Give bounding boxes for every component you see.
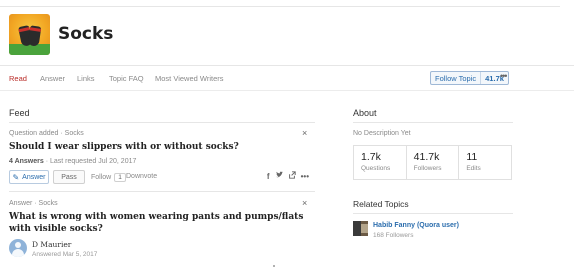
- follow-question-button[interactable]: Follow 1: [91, 170, 126, 184]
- pass-button-label: Pass: [61, 173, 77, 181]
- feed-divider: [9, 122, 315, 123]
- pencil-icon: ✎: [12, 172, 20, 182]
- stat-number: 41.7k: [413, 151, 440, 163]
- stat-number: 11: [466, 151, 478, 163]
- related-divider: [353, 213, 513, 214]
- question-stats: 4 Answers · Last requested Jul 20, 2017: [9, 158, 136, 165]
- card-divider: [9, 191, 315, 192]
- follow-topic-label: Follow Topic: [431, 72, 482, 84]
- about-heading: About: [353, 108, 377, 118]
- answer-question-title[interactable]: What is wrong with women wearing pants a…: [9, 211, 305, 235]
- stat-label: Followers: [413, 165, 442, 172]
- tab-topic-faq[interactable]: Topic FAQ: [109, 74, 144, 83]
- author-name[interactable]: D Maurier: [32, 240, 71, 249]
- topic-header: Socks: [0, 0, 574, 66]
- pass-button[interactable]: Pass: [53, 170, 85, 184]
- tabs-divider: [0, 90, 574, 91]
- top-divider: [0, 6, 560, 7]
- stat-label: Edits: [466, 165, 481, 172]
- facebook-icon[interactable]: f: [267, 172, 270, 181]
- question-meta: Question added · Socks: [9, 130, 84, 137]
- stat-questions[interactable]: 1.7k Questions: [354, 146, 407, 179]
- share-icons: f •••: [267, 171, 309, 181]
- close-icon[interactable]: ×: [302, 198, 307, 208]
- stat-label: Questions: [361, 165, 391, 172]
- topic-title: Socks: [58, 24, 114, 44]
- topic-stats: 1.7k Questions 41.7k Followers 11 Edits: [353, 145, 512, 180]
- stat-edits[interactable]: 11 Edits: [459, 146, 511, 179]
- follow-question-label: Follow: [91, 173, 112, 181]
- related-topic-followers: 168 Followers: [373, 232, 414, 239]
- related-topic-name[interactable]: Habib Fanny (Quora user): [373, 222, 459, 229]
- stat-number: 1.7k: [361, 151, 381, 163]
- loading-dot: [273, 265, 275, 267]
- stat-followers[interactable]: 41.7k Followers: [407, 146, 460, 179]
- follow-topic-button[interactable]: Follow Topic 41.7k: [430, 71, 509, 85]
- socks-topic-image: [9, 14, 50, 55]
- answered-date: Answered Mar 5, 2017: [32, 251, 98, 258]
- answer-button[interactable]: ✎ Answer: [9, 170, 49, 184]
- answer-meta: Answer · Socks: [9, 200, 58, 207]
- question-actions: ✎ Answer Pass Follow 1 Downvote f •••: [9, 170, 315, 185]
- answer-button-label: Answer: [22, 173, 46, 181]
- related-topics-heading: Related Topics: [353, 199, 409, 209]
- tab-answer[interactable]: Answer: [40, 74, 65, 83]
- last-requested: · Last requested Jul 20, 2017: [43, 158, 137, 165]
- answers-count[interactable]: 4 Answers: [9, 158, 44, 165]
- avatar-icon[interactable]: [9, 239, 27, 257]
- downvote-button[interactable]: Downvote: [126, 173, 157, 180]
- share-icon[interactable]: [288, 171, 296, 181]
- tab-read[interactable]: Read: [9, 74, 27, 83]
- feed-heading: Feed: [9, 108, 30, 118]
- follow-question-count: 1: [114, 172, 126, 182]
- close-icon[interactable]: ×: [302, 128, 307, 138]
- more-options-icon[interactable]: •••: [500, 71, 508, 81]
- twitter-icon[interactable]: [275, 171, 283, 181]
- tab-links[interactable]: Links: [77, 74, 95, 83]
- about-divider: [353, 122, 513, 123]
- topic-description: No Description Yet: [353, 130, 411, 137]
- related-topic-image[interactable]: [353, 221, 368, 236]
- question-title[interactable]: Should I wear slippers with or without s…: [9, 141, 309, 153]
- more-actions-icon[interactable]: •••: [301, 172, 309, 181]
- tab-most-viewed-writers[interactable]: Most Viewed Writers: [155, 74, 224, 83]
